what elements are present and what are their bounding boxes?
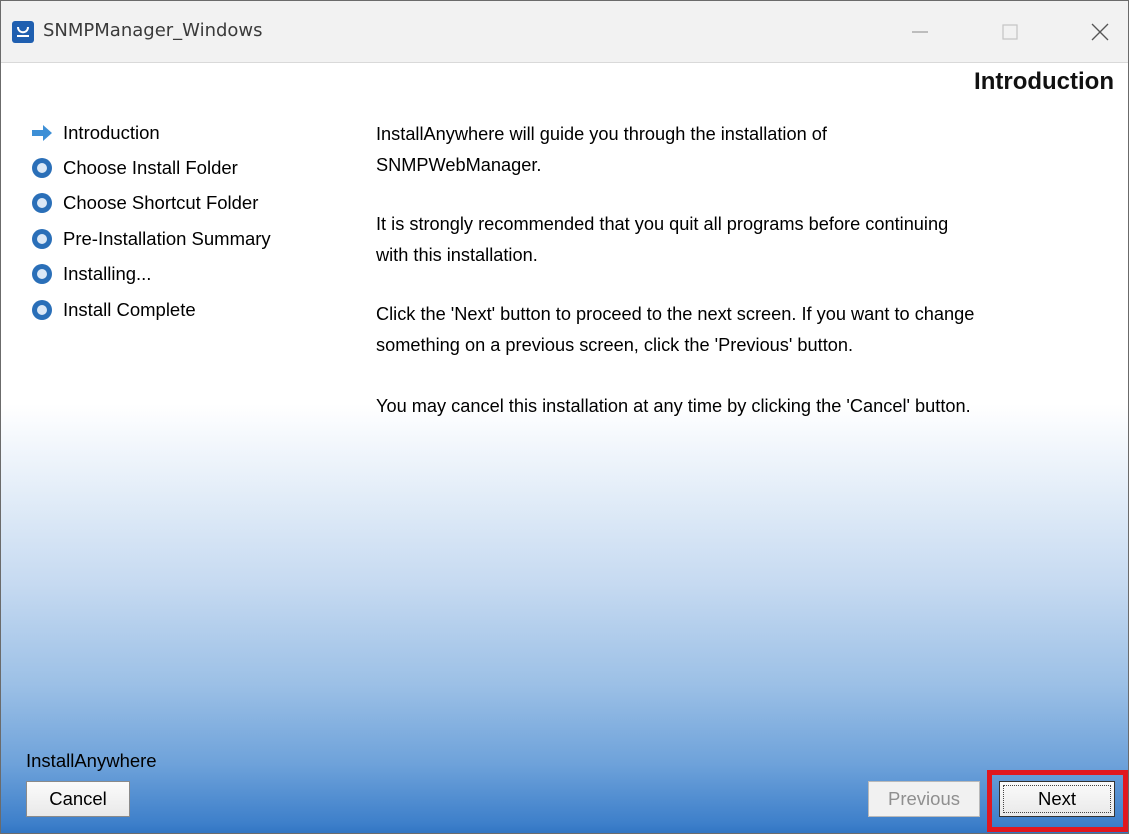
installanywhere-app-icon [12,21,34,43]
intro-line: It is strongly recommended that you quit… [376,214,949,234]
step-label: Pre-Installation Summary [63,228,271,249]
page-title: Introduction [974,68,1114,95]
intro-line: something on a previous screen, click th… [376,335,854,355]
step-installing: Installing... [29,261,151,287]
step-introduction: Introduction [29,120,160,146]
step-install-complete: Install Complete [29,297,196,323]
circle-bullet-icon [29,261,55,287]
step-label: Installing... [63,263,152,284]
step-label: Install Complete [63,299,196,320]
intro-line: You may cancel this installation at any … [376,396,971,416]
title-bar[interactable]: SNMPManager_Windows [1,1,1128,63]
installanywhere-brand-label: InstallAnywhere [26,750,157,771]
step-pre-installation-summary: Pre-Installation Summary [29,226,271,252]
close-button[interactable] [1075,9,1125,55]
cancel-button[interactable]: Cancel [26,781,130,817]
window-title: SNMPManager_Windows [43,20,263,41]
previous-button[interactable]: Previous [868,781,980,817]
minimize-button[interactable] [895,9,945,55]
step-choose-shortcut-folder: Choose Shortcut Folder [29,190,258,216]
close-icon [1091,23,1109,41]
circle-bullet-icon [29,190,55,216]
installer-window: SNMPManager_Windows Introduction Introdu… [0,0,1129,834]
intro-line: SNMPWebManager. [376,155,542,175]
minimize-icon [912,31,928,33]
step-label: Choose Install Folder [63,157,238,178]
maximize-icon [1002,24,1018,40]
circle-bullet-icon [29,155,55,181]
step-label: Choose Shortcut Folder [63,192,259,213]
intro-line: InstallAnywhere will guide you through t… [376,124,827,144]
next-button[interactable]: Next [999,781,1115,817]
next-button-label: Next [1003,785,1111,813]
intro-line: Click the 'Next' button to proceed to th… [376,304,975,324]
circle-bullet-icon [29,226,55,252]
step-choose-install-folder: Choose Install Folder [29,155,238,181]
intro-line: with this installation. [376,245,538,265]
maximize-button[interactable] [985,9,1035,55]
arrow-right-icon [29,120,55,146]
installer-content: Introduction Introduction Choose Install… [1,64,1128,833]
step-label: Introduction [63,122,160,143]
circle-bullet-icon [29,297,55,323]
